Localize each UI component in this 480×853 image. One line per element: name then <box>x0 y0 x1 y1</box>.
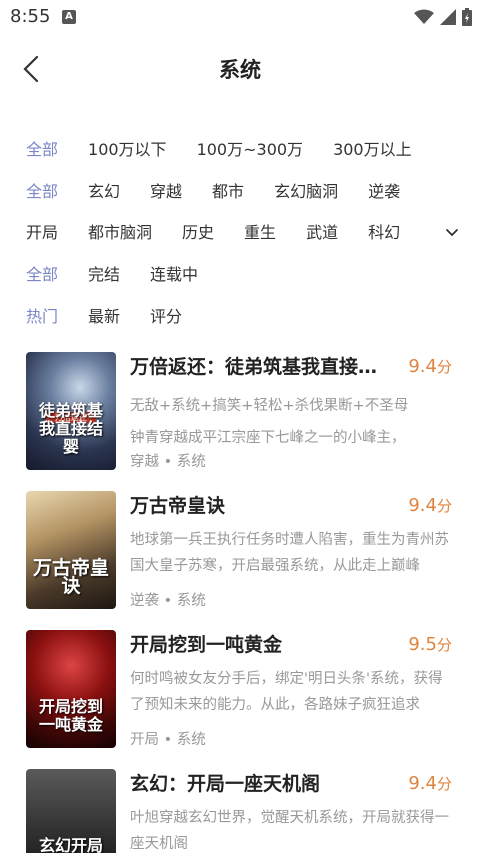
book-cover[interactable]: 万古帝皇诀 <box>26 491 116 609</box>
filter-genre-xuanhuan[interactable]: 玄幻 <box>88 178 120 202</box>
battery-icon <box>462 8 472 26</box>
filter-words-over-3m[interactable]: 300万以上 <box>333 136 412 160</box>
filter-row-sort: 热门 最新 评分 <box>26 300 212 330</box>
book-category: 逆袭 • 系统 <box>130 593 206 609</box>
filter-genre-all[interactable]: 全部 <box>26 178 58 202</box>
book-score: 9.4分 <box>408 495 452 516</box>
sort-hot[interactable]: 热门 <box>26 303 58 327</box>
book-cover[interactable]: 开局挖到一吨黄金 <box>26 630 116 748</box>
filter-row-genre: 全部 玄幻 穿越 都市 玄幻脑洞 逆袭 <box>26 175 400 205</box>
book-item[interactable]: 万倍返还 徒弟筑基我直接结婴 万倍返还：徒弟筑基我直接结婴 9.4分 无敌+系统… <box>26 352 456 472</box>
notification-icon: A <box>62 10 76 24</box>
filter-genre-lishi[interactable]: 历史 <box>182 219 214 243</box>
filter-status-all[interactable]: 全部 <box>26 261 58 285</box>
filter-row-status: 全部 完结 连载中 <box>26 258 228 288</box>
filter-words-1m-3m[interactable]: 100万~300万 <box>197 136 304 160</box>
cover-title: 玄幻开局一座天机阁 <box>38 836 103 853</box>
cover-title: 开局挖到一吨黄金 <box>38 697 103 734</box>
filter-genre-wudao[interactable]: 武道 <box>306 219 338 243</box>
filter-genre-xuanhuan-naodong[interactable]: 玄幻脑洞 <box>274 178 338 202</box>
book-title[interactable]: 万倍返还：徒弟筑基我直接结婴 <box>130 352 385 379</box>
filter-genre-dushi-naodong[interactable]: 都市脑洞 <box>88 219 152 243</box>
book-category: 开局 • 系统 <box>130 732 206 748</box>
cover-title: 徒弟筑基我直接结婴 <box>38 401 103 456</box>
filter-row-genre-2: 开局 都市脑洞 历史 重生 武道 科幻 <box>26 216 400 246</box>
book-desc: 何时鸣被女友分手后，绑定'明日头条'系统，获得了预知未来的能力。从此，各路妹子疯… <box>130 671 443 713</box>
book-cover[interactable]: 玄幻开局一座天机阁 <box>26 769 116 853</box>
book-score: 9.4分 <box>408 773 452 794</box>
filter-genre-chuanyue[interactable]: 穿越 <box>150 178 182 202</box>
filter-genre-kaiju[interactable]: 开局 <box>26 219 58 243</box>
filter-genre-nixi[interactable]: 逆袭 <box>368 178 400 202</box>
page-header: 系统 <box>0 38 480 102</box>
book-title[interactable]: 玄幻：开局一座天机阁 <box>130 769 385 796</box>
book-score: 9.5分 <box>408 634 452 655</box>
filter-genre-chongsheng[interactable]: 重生 <box>244 219 276 243</box>
book-desc: 钟青穿越成平江宗座下七峰之一的小峰主， <box>130 430 406 446</box>
status-time: 8:55 <box>10 6 51 27</box>
book-cover[interactable]: 万倍返还 徒弟筑基我直接结婴 <box>26 352 116 470</box>
book-item[interactable]: 开局挖到一吨黄金 开局挖到一吨黄金 9.5分 何时鸣被女友分手后，绑定'明日头条… <box>26 630 456 750</box>
filter-status-finished[interactable]: 完结 <box>88 261 120 285</box>
book-item[interactable]: 玄幻开局一座天机阁 玄幻：开局一座天机阁 9.4分 叶旭穿越玄幻世界，觉醒天机系… <box>26 769 456 853</box>
book-tags: 无敌+系统+搞笑+轻松+杀伐果断+不圣母 <box>130 398 409 414</box>
filter-words-all[interactable]: 全部 <box>26 136 58 160</box>
book-item[interactable]: 万古帝皇诀 万古帝皇诀 9.4分 地球第一兵王执行任务时遭人陷害，重生为青州苏国… <box>26 491 456 611</box>
book-desc: 叶旭穿越玄幻世界，觉醒天机系统，开局就获得一座天机阁 <box>130 810 449 852</box>
chevron-down-icon[interactable] <box>442 222 462 242</box>
sort-newest[interactable]: 最新 <box>88 303 120 327</box>
cover-title: 万古帝皇诀 <box>32 557 109 597</box>
book-desc: 地球第一兵王执行任务时遭人陷害，重生为青州苏国大皇子苏寒，开启最强系统，从此走上… <box>130 532 449 574</box>
book-title[interactable]: 万古帝皇诀 <box>130 491 385 518</box>
filter-genre-dushi[interactable]: 都市 <box>212 178 244 202</box>
status-icons <box>414 7 472 27</box>
sort-rating[interactable]: 评分 <box>150 303 182 327</box>
filter-genre-kehuan[interactable]: 科幻 <box>368 219 400 243</box>
book-title[interactable]: 开局挖到一吨黄金 <box>130 630 385 657</box>
filter-status-ongoing[interactable]: 连载中 <box>150 261 198 285</box>
book-category: 穿越 • 系统 <box>130 454 206 470</box>
filter-words-under-1m[interactable]: 100万以下 <box>88 136 167 160</box>
status-bar: 8:55 A <box>0 0 480 34</box>
page-title: 系统 <box>219 58 261 82</box>
signal-icon <box>440 9 456 25</box>
wifi-icon <box>414 9 434 24</box>
filter-row-words: 全部 100万以下 100万~300万 300万以上 <box>26 133 412 163</box>
book-score: 9.4分 <box>408 356 452 377</box>
